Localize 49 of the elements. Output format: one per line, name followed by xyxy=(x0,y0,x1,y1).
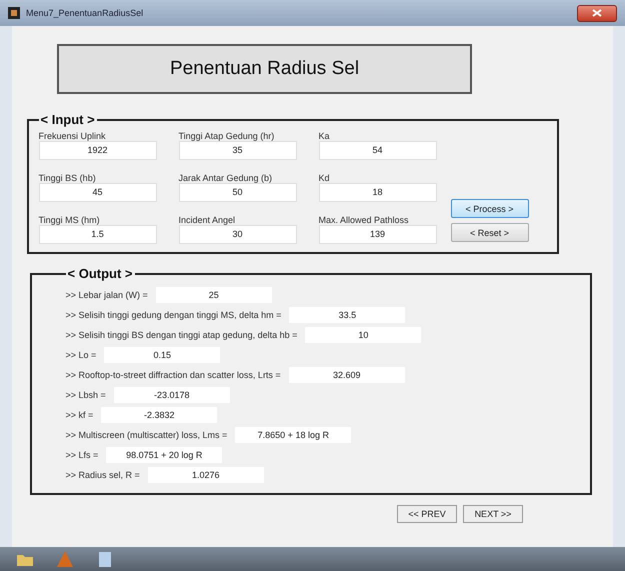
field-label: Tinggi Atap Gedung (hr) xyxy=(178,131,276,141)
close-button[interactable] xyxy=(577,4,617,22)
action-button[interactable]: < Reset > xyxy=(450,223,528,242)
input-field[interactable]: 35 xyxy=(178,141,296,160)
output-label: >> Lfs = xyxy=(66,450,98,460)
output-field: 25 xyxy=(156,287,272,303)
output-label: >> Selisih tinggi BS dengan tinggi atap gedung, delta hb = xyxy=(66,330,298,340)
panel-title: < Output > xyxy=(66,266,134,281)
action-button[interactable]: < Process > xyxy=(450,199,528,218)
field-label: Incident Angel xyxy=(178,215,236,225)
field-label: Kd xyxy=(318,173,331,183)
input-field[interactable]: 45 xyxy=(38,183,156,202)
output-field: 98.0751 + 20 log R xyxy=(106,447,222,463)
output-label: >> Rooftop-to-street diffraction dan scatter loss, Lrts = xyxy=(66,370,281,380)
close-icon xyxy=(592,9,602,17)
panel-title: < Input > xyxy=(40,112,96,127)
input-field[interactable]: 18 xyxy=(318,183,436,202)
field-label: Tinggi BS (hb) xyxy=(38,173,97,183)
app-icon xyxy=(8,7,20,19)
field-label: Jarak Antar Gedung (b) xyxy=(178,173,274,183)
output-field: 1.0276 xyxy=(148,467,264,483)
input-field[interactable]: 30 xyxy=(178,225,296,244)
output-label: >> Lebar jalan (W) = xyxy=(66,290,148,300)
field-label: Frekuensi Uplink xyxy=(38,131,107,141)
output-label: >> Lbsh = xyxy=(66,390,106,400)
output-label: >> Radius sel, R = xyxy=(66,470,140,480)
page-heading: Penentuan Radius Sel xyxy=(57,44,472,94)
input-field[interactable]: 50 xyxy=(178,183,296,202)
output-field: 33.5 xyxy=(289,307,406,323)
output-field: 0.15 xyxy=(104,347,220,363)
output-field: 10 xyxy=(305,327,422,343)
window-title: Menu7_PenentuanRadiusSel xyxy=(26,8,144,18)
field-label: Tinggi MS (hm) xyxy=(38,215,101,225)
field-label: Max. Allowed Pathloss xyxy=(318,215,410,225)
field-label: Ka xyxy=(318,131,331,141)
output-label: >> Multiscreen (multiscatter) loss, Lms = xyxy=(66,430,228,440)
output-field: -2.3832 xyxy=(101,407,218,423)
output-field: 7.8650 + 18 log R xyxy=(235,427,352,443)
output-field: -23.0178 xyxy=(114,387,230,403)
input-field[interactable]: 1922 xyxy=(38,141,156,160)
output-label: >> Selisih tinggi gedung dengan tinggi MS, delta hm = xyxy=(66,310,282,320)
nav-button[interactable]: NEXT >> xyxy=(463,505,523,523)
input-field[interactable]: 54 xyxy=(318,141,436,160)
output-label: >> kf = xyxy=(66,410,94,420)
nav-button[interactable]: << PREV xyxy=(397,505,457,523)
output-label: >> Lo = xyxy=(66,350,96,360)
input-field[interactable]: 139 xyxy=(318,225,436,244)
output-field: 32.609 xyxy=(288,367,405,383)
input-field[interactable]: 1.5 xyxy=(38,225,156,244)
